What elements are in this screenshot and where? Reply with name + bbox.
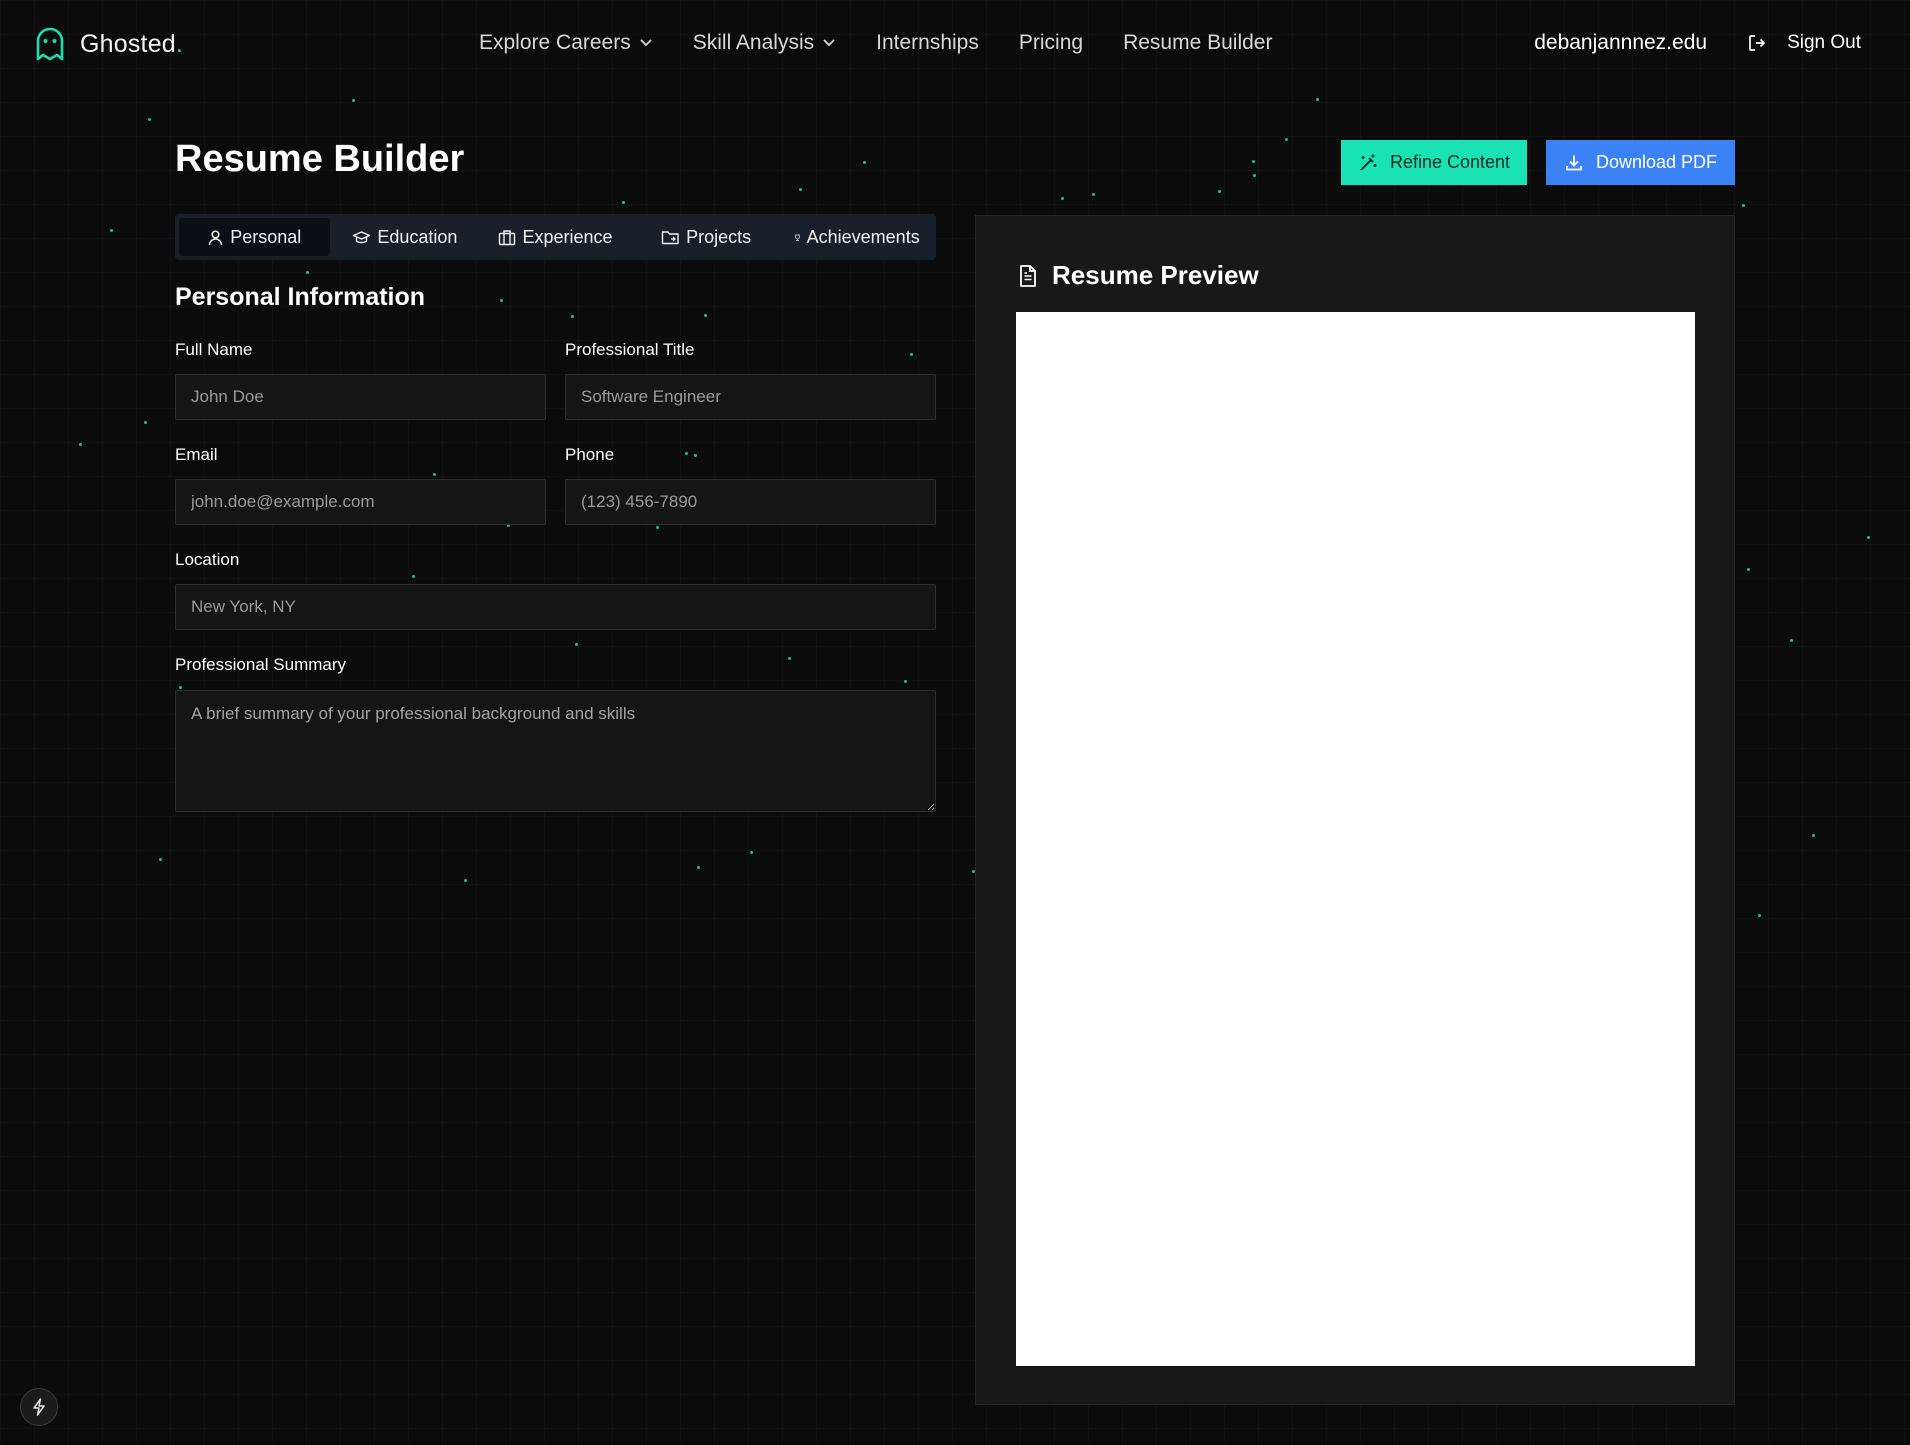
- tab-personal[interactable]: Personal: [179, 218, 330, 256]
- download-icon: [1566, 155, 1582, 170]
- file-text-icon: [1020, 264, 1036, 287]
- phone-input[interactable]: [565, 479, 936, 525]
- nav-explore-careers[interactable]: Explore Careers: [479, 31, 653, 55]
- download-pdf-label: Download PDF: [1595, 152, 1718, 172]
- lightning-bolt-icon: [33, 1398, 45, 1416]
- tab-projects[interactable]: Projects: [631, 218, 782, 256]
- refine-content-label: Refine Content: [1389, 152, 1511, 172]
- quick-action-button[interactable]: [20, 1388, 58, 1426]
- briefcase-icon: [499, 229, 516, 245]
- tab-achievements[interactable]: Achievements: [781, 218, 932, 256]
- brand-logo[interactable]: Ghosted.: [34, 26, 183, 62]
- tab-personal-label: Personal: [230, 226, 302, 247]
- professional-title-label: Professional Title: [565, 340, 695, 359]
- nav-internships[interactable]: Internships: [876, 31, 979, 55]
- nav-resume-builder[interactable]: Resume Builder: [1123, 31, 1272, 55]
- resume-preview-document: [1016, 312, 1695, 1366]
- summary-label: Professional Summary: [175, 655, 347, 674]
- phone-label: Phone: [565, 445, 615, 464]
- magic-wand-icon: [1360, 154, 1377, 171]
- nav-skill-analysis[interactable]: Skill Analysis: [693, 31, 836, 55]
- nav-resume-builder-label: Resume Builder: [1123, 31, 1273, 54]
- resume-section-tabs: Personal Education Experience Projects A…: [175, 214, 936, 260]
- resume-preview-panel: Resume Preview: [975, 215, 1735, 1405]
- tab-projects-label: Projects: [686, 226, 752, 247]
- main-nav: Explore Careers Skill Analysis Internshi…: [479, 31, 1272, 55]
- ghost-icon: [36, 27, 64, 61]
- email-input[interactable]: [175, 479, 546, 525]
- location-label: Location: [175, 550, 240, 569]
- page-title: Resume Builder: [175, 138, 465, 180]
- email-label: Email: [175, 445, 218, 464]
- preview-title: Resume Preview: [1052, 260, 1259, 290]
- nav-explore-careers-label: Explore Careers: [479, 31, 631, 54]
- tab-experience-label: Experience: [522, 226, 613, 247]
- chevron-down-icon: [640, 39, 652, 47]
- professional-title-input[interactable]: [565, 374, 936, 420]
- download-pdf-button[interactable]: Download PDF: [1546, 140, 1735, 185]
- folder-icon: [661, 230, 679, 244]
- trophy-icon: [794, 234, 800, 241]
- brand-name: Ghosted: [80, 29, 176, 58]
- nav-internships-label: Internships: [876, 31, 979, 54]
- summary-textarea[interactable]: [175, 690, 936, 812]
- graduation-cap-icon: [353, 230, 371, 243]
- nav-pricing-label: Pricing: [1018, 31, 1084, 54]
- nav-pricing[interactable]: Pricing: [1019, 31, 1083, 55]
- top-navbar: Ghosted. Explore Careers Skill Analysis …: [0, 0, 1910, 90]
- nav-skill-analysis-label: Skill Analysis: [692, 31, 815, 54]
- preview-header: Resume Preview: [1018, 260, 1259, 291]
- refine-content-button[interactable]: Refine Content: [1341, 140, 1527, 185]
- user-email: debanjannnez.edu: [1534, 31, 1708, 54]
- user-icon: [209, 229, 223, 245]
- location-input[interactable]: [175, 584, 936, 630]
- brand-dot: .: [175, 29, 183, 58]
- tab-experience[interactable]: Experience: [480, 218, 631, 256]
- chevron-down-icon: [823, 39, 835, 47]
- tab-achievements-label: Achievements: [806, 226, 920, 247]
- user-area: debanjannnez.edu Sign Out: [1534, 31, 1861, 55]
- section-title: Personal Information: [175, 283, 426, 311]
- sign-out-button[interactable]: Sign Out: [1747, 32, 1861, 54]
- tab-education-label: Education: [377, 226, 458, 247]
- sign-out-label: Sign Out: [1787, 32, 1861, 53]
- log-out-icon: [1749, 35, 1766, 51]
- tab-education[interactable]: Education: [330, 218, 481, 256]
- full-name-label: Full Name: [175, 340, 253, 359]
- full-name-input[interactable]: [175, 374, 546, 420]
